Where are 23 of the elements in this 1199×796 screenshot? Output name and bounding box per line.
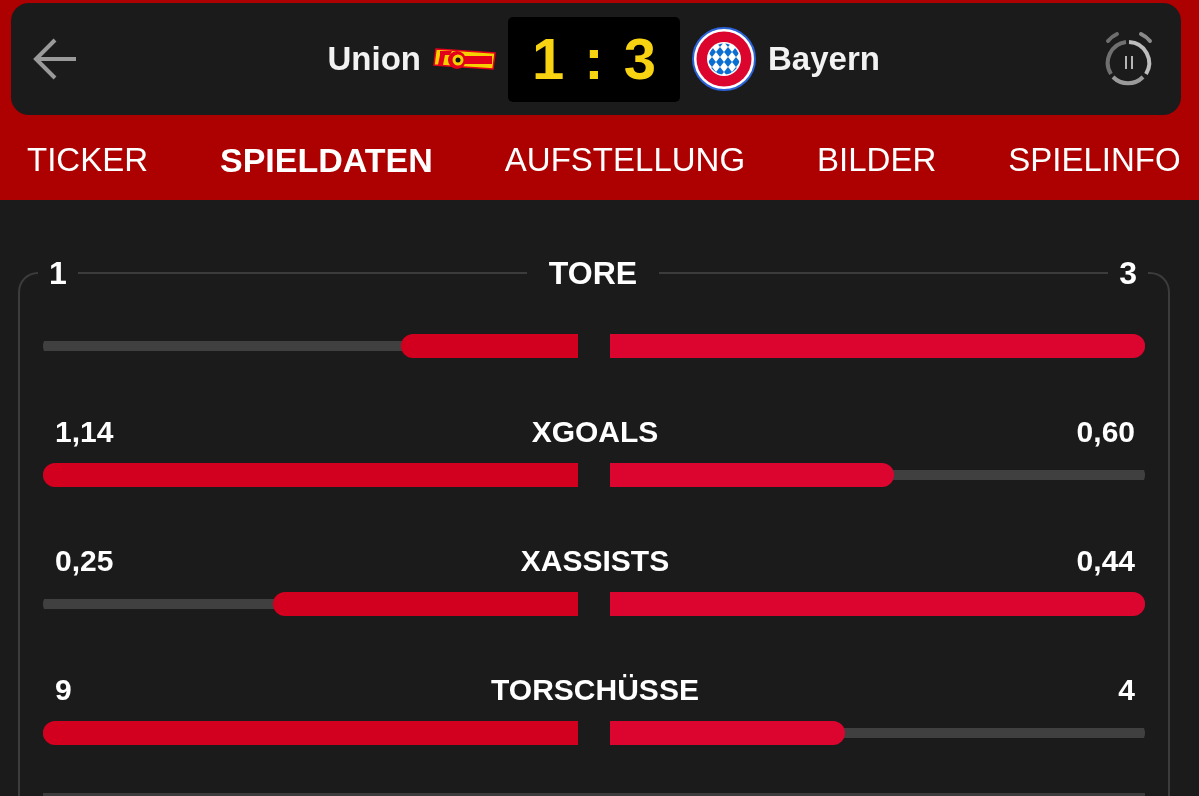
stat-value: 0,60	[1076, 414, 1135, 450]
back-icon[interactable]	[33, 38, 77, 80]
stat-label: XASSISTS	[520, 543, 670, 579]
stat-value: 0,25	[55, 543, 114, 579]
tab[interactable]: SPIELINFO	[1008, 141, 1181, 179]
score-value: 1	[532, 30, 565, 88]
team-name: Union	[327, 40, 421, 78]
stat-value: 1,14	[55, 414, 114, 450]
team-name: Bayern	[768, 40, 880, 78]
stopwatch-pause-icon[interactable]	[1103, 31, 1155, 87]
club-crest-icon	[432, 47, 497, 71]
score-separator: :	[584, 30, 604, 88]
stat-value: 4	[1118, 672, 1135, 708]
stat-value: 9	[55, 672, 72, 708]
stat-label: TORSCHÜSSE	[491, 672, 699, 708]
tab[interactable]: SPIELDATEN	[220, 140, 433, 180]
stat-value: 0,44	[1076, 543, 1135, 579]
tab[interactable]: AUFSTELLUNG	[504, 141, 746, 179]
score-value: 3	[623, 30, 656, 88]
club-crest-icon	[692, 27, 756, 91]
tab[interactable]: BILDER	[817, 141, 937, 179]
tab[interactable]: TICKER	[27, 141, 148, 179]
stat-label: XGOALS	[531, 414, 659, 450]
